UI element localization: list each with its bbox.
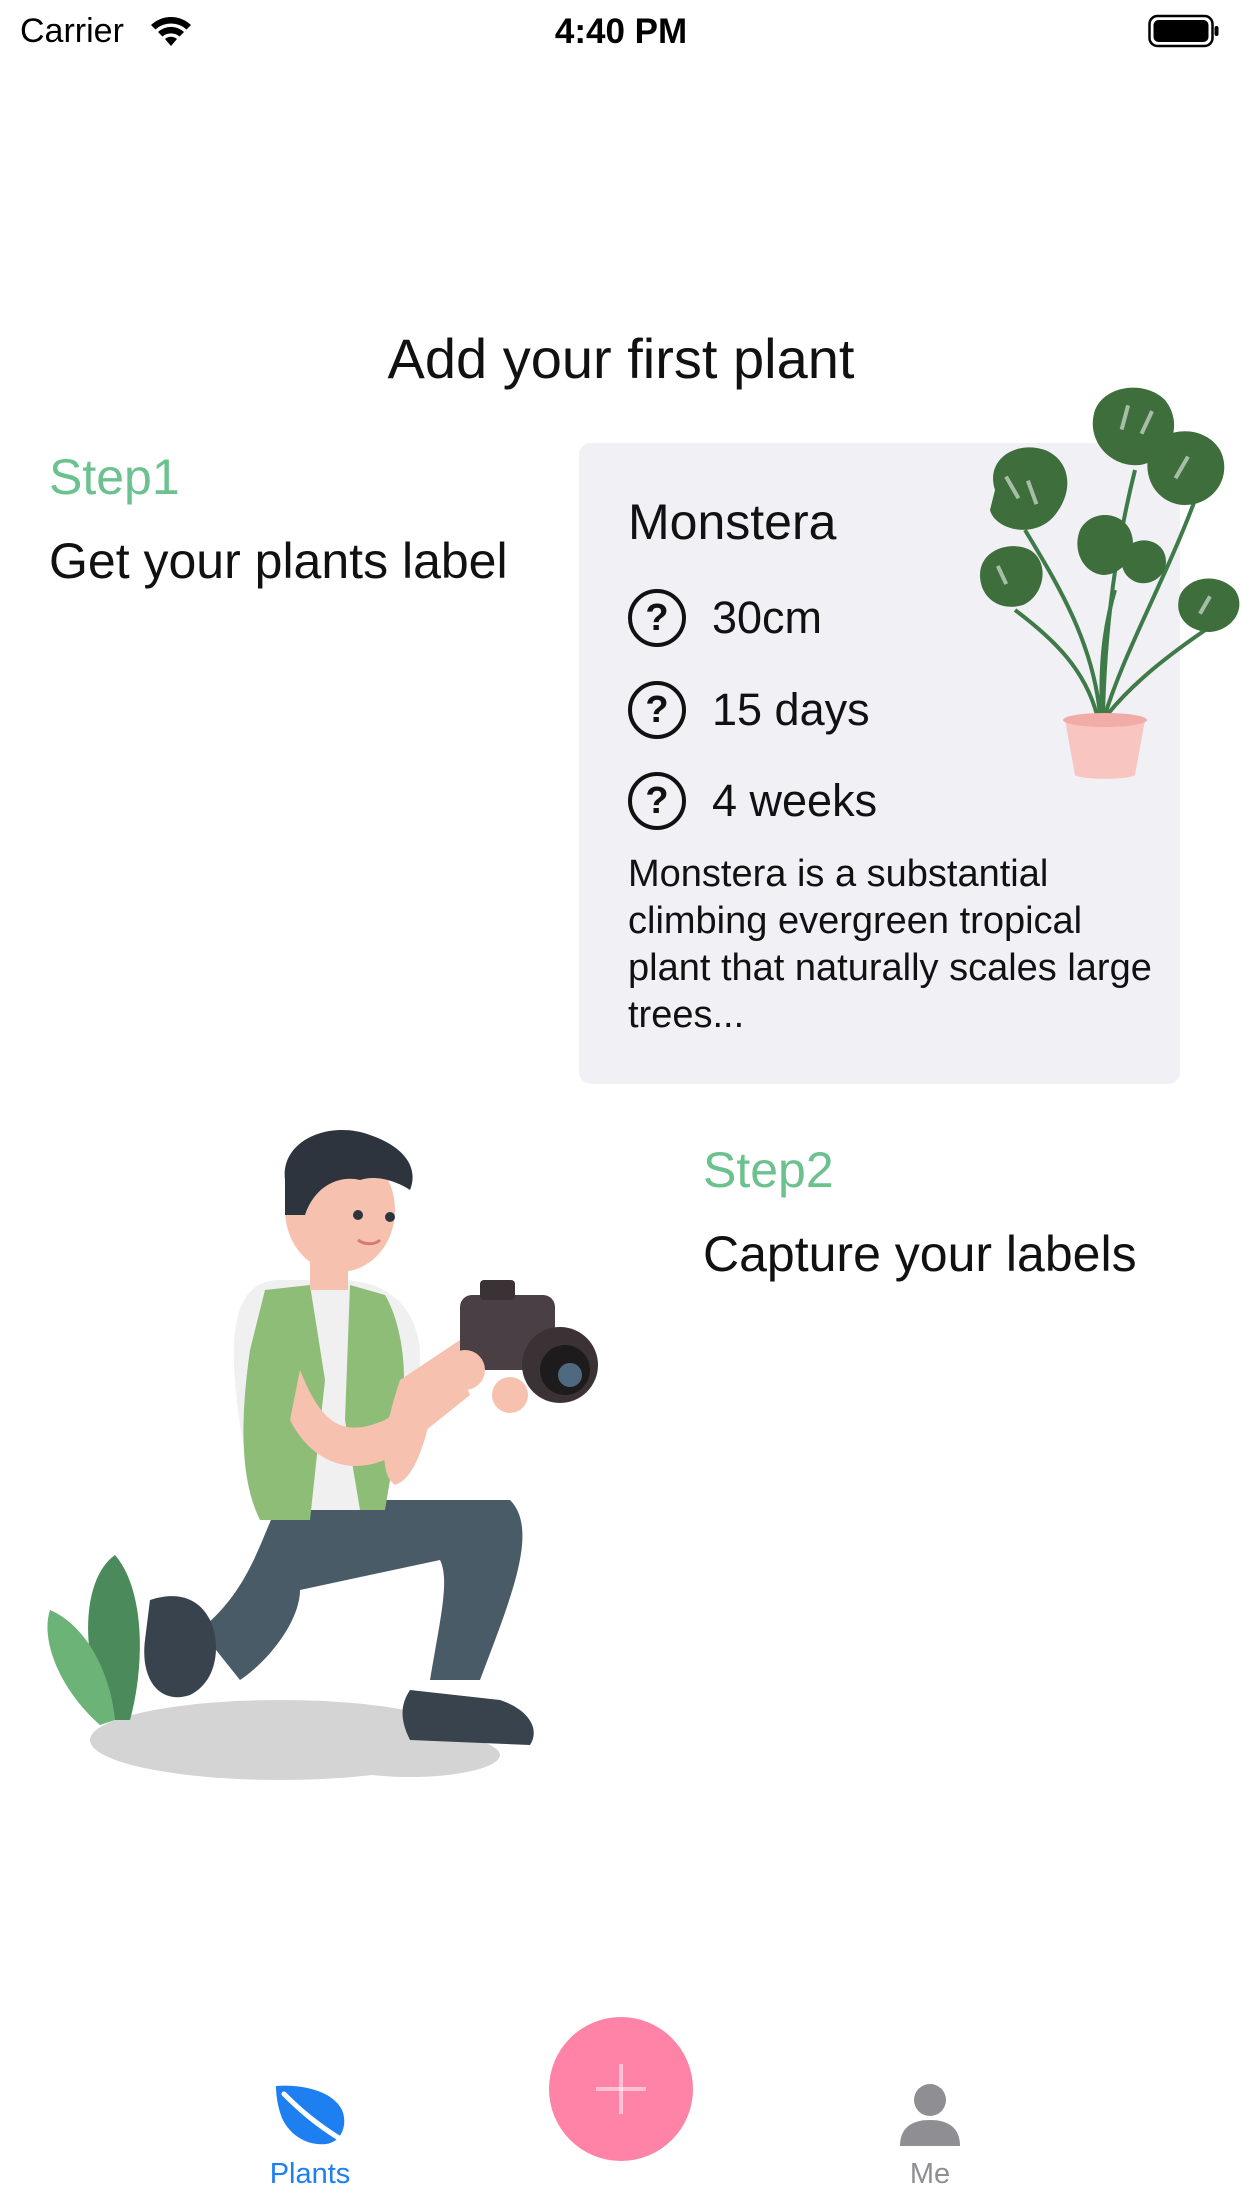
- battery-icon: [1148, 14, 1219, 48]
- question-circle-icon: ?: [628, 589, 686, 647]
- clock: 4:40 PM: [554, 12, 688, 51]
- question-circle-icon: ?: [628, 772, 686, 830]
- fertilize-value: 4 weeks: [712, 775, 878, 826]
- fertilize-row: ? 4 weeks: [628, 771, 877, 831]
- height-value: 30cm: [712, 592, 823, 643]
- plus-icon: [596, 2064, 646, 2114]
- app-screen: Carrier 4:40 PM Add your first plant Ste…: [0, 0, 1242, 2208]
- step1-label: Step1: [49, 449, 180, 505]
- status-bar: Carrier 4:40 PM: [0, 0, 1242, 62]
- step2-text: Capture your labels: [703, 1226, 1137, 1282]
- add-plant-button[interactable]: [549, 2017, 693, 2161]
- plant-name: Monstera: [628, 494, 837, 550]
- watering-row: ? 15 days: [628, 680, 870, 740]
- step1-text: Get your plants label: [49, 533, 508, 589]
- watering-value: 15 days: [712, 684, 870, 735]
- leaf-icon: [276, 2085, 345, 2145]
- tab-me[interactable]: Me: [830, 2080, 1030, 2191]
- tab-me-label: Me: [909, 2158, 951, 2190]
- photographer-illustration: [47, 1130, 598, 1780]
- person-icon: [900, 2084, 960, 2146]
- monstera-plant-illustration: [980, 387, 1240, 779]
- tab-plants-label: Plants: [269, 2158, 351, 2190]
- tab-plants[interactable]: Plants: [210, 2080, 410, 2191]
- plant-description: Monstera is a substantial climbing everg…: [628, 853, 1152, 1036]
- height-row: ? 30cm: [628, 588, 822, 648]
- question-circle-icon: ?: [628, 681, 686, 739]
- step2-label: Step2: [703, 1142, 834, 1198]
